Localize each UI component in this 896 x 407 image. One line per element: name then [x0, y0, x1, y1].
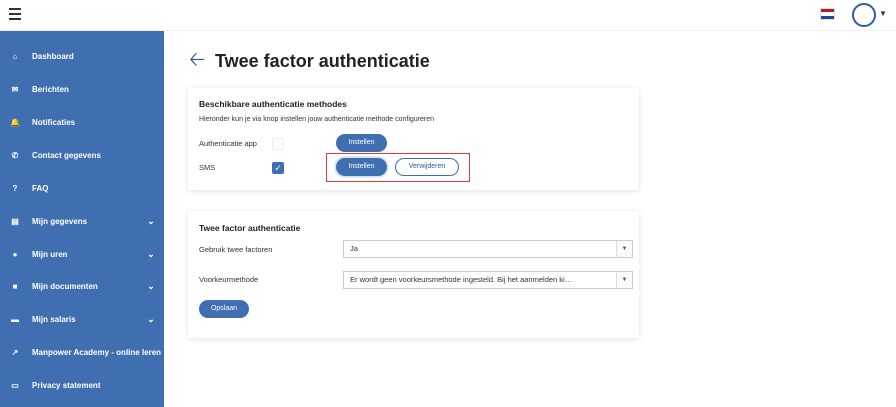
sidebar-item-dashboard[interactable]: ⌂ Dashboard: [0, 41, 164, 71]
sidebar-item-faq[interactable]: ? FAQ: [0, 173, 164, 203]
sidebar-item-privacy-statement[interactable]: ▭ Privacy statement: [0, 370, 164, 400]
sidebar-item-mijn-gegevens[interactable]: ▤ Mijn gegevens ⌄: [0, 206, 164, 236]
auth-app-label: Authenticatie app: [199, 139, 257, 148]
card-subtitle: Hieronder kun je via knop instellen jouw…: [199, 116, 435, 123]
auth-app-setup-button[interactable]: Instellen: [336, 134, 387, 152]
language-flag-icon[interactable]: [820, 8, 835, 20]
auth-app-checkbox[interactable]: [272, 138, 284, 150]
use-two-factor-label: Gebruik twee factoren: [199, 245, 273, 254]
sidebar-item-manpower-academy-online-leren[interactable]: ↗ Manpower Academy - online leren: [0, 337, 164, 367]
back-arrow-icon[interactable]: 🡠: [189, 49, 205, 71]
home-icon: ⌂: [12, 51, 18, 61]
sms-remove-button[interactable]: Verwijderen: [395, 158, 459, 176]
user-avatar-icon[interactable]: [852, 3, 876, 27]
sidebar-item-mijn-documenten[interactable]: ■ Mijn documenten ⌄: [0, 271, 164, 301]
sidebar-item-label: Mijn documenten: [32, 281, 98, 291]
card-title: Twee factor authenticatie: [199, 223, 301, 233]
select-value: Ja: [350, 244, 358, 253]
sidebar-item-label: Manpower Academy - online leren: [32, 347, 162, 357]
chevron-down-icon[interactable]: ▼: [879, 9, 887, 18]
sidebar: ⌂ Dashboard ✉ Berichten 🔔 Notificaties ✆ Contac…: [0, 31, 164, 407]
dropdown-arrow-icon: ▼: [616, 272, 632, 288]
chevron-down-icon[interactable]: ⌄: [146, 249, 156, 260]
two-factor-card: Twee factor authenticatie Gebruik twee f…: [188, 211, 639, 338]
question-icon: ?: [12, 183, 18, 193]
external-link-icon: ↗: [11, 347, 19, 357]
card-title: Beschikbare authenticatie methodes: [199, 99, 347, 109]
monitor-icon: ▭: [11, 380, 19, 390]
sms-setup-button[interactable]: Instellen: [336, 158, 387, 176]
sidebar-item-label: Mijn gegevens: [32, 216, 88, 226]
sidebar-item-notificaties[interactable]: 🔔 Notificaties: [0, 107, 164, 137]
sidebar-item-label: Mijn uren: [32, 249, 68, 259]
preferred-method-select[interactable]: Er wordt geen voorkeursmethode ingesteld…: [343, 271, 633, 289]
chevron-down-icon[interactable]: ⌄: [146, 281, 156, 292]
use-two-factor-select[interactable]: Ja ▼: [343, 240, 633, 258]
sidebar-item-mijn-uren[interactable]: ● Mijn uren ⌄: [0, 239, 164, 269]
bell-icon: 🔔: [10, 117, 20, 127]
chevron-down-icon[interactable]: ⌄: [146, 216, 156, 227]
save-button[interactable]: Opslaan: [199, 300, 249, 318]
envelope-icon: ✉: [11, 84, 19, 94]
sidebar-item-berichten[interactable]: ✉ Berichten: [0, 74, 164, 104]
credit-card-icon: ▬: [11, 314, 19, 324]
auth-methods-card: Beschikbare authenticatie methodes Hiero…: [188, 88, 639, 190]
sidebar-item-label: Privacy statement: [32, 380, 101, 390]
top-bar: ▼: [0, 0, 896, 31]
main-content: 🡠 Twee factor authenticatie Beschikbare …: [164, 31, 896, 407]
sidebar-item-label: Dashboard: [32, 51, 74, 61]
page-title: Twee factor authenticatie: [215, 51, 430, 71]
dropdown-arrow-icon: ▼: [616, 241, 632, 257]
hamburger-icon[interactable]: [9, 8, 21, 20]
select-value: Er wordt geen voorkeursmethode ingesteld…: [350, 275, 573, 284]
sidebar-item-contact-gegevens[interactable]: ✆ Contact gegevens: [0, 140, 164, 170]
sidebar-item-label: Contact gegevens: [32, 150, 101, 160]
sidebar-item-label: Mijn salaris: [32, 314, 76, 324]
id-card-icon: ▤: [11, 216, 19, 226]
sidebar-item-label: FAQ: [32, 183, 49, 193]
folder-icon: ■: [12, 281, 18, 291]
user-clock-icon: ●: [12, 249, 18, 259]
chevron-down-icon[interactable]: ⌄: [146, 314, 156, 325]
sidebar-item-mijn-salaris[interactable]: ▬ Mijn salaris ⌄: [0, 304, 164, 334]
sms-label: SMS: [199, 163, 216, 172]
sidebar-item-label: Notificaties: [32, 117, 76, 127]
sidebar-item-label: Berichten: [32, 84, 69, 94]
phone-icon: ✆: [11, 150, 19, 160]
sms-checkbox[interactable]: ✓: [272, 162, 284, 174]
preferred-method-label: Voorkeurmethode: [199, 275, 259, 284]
